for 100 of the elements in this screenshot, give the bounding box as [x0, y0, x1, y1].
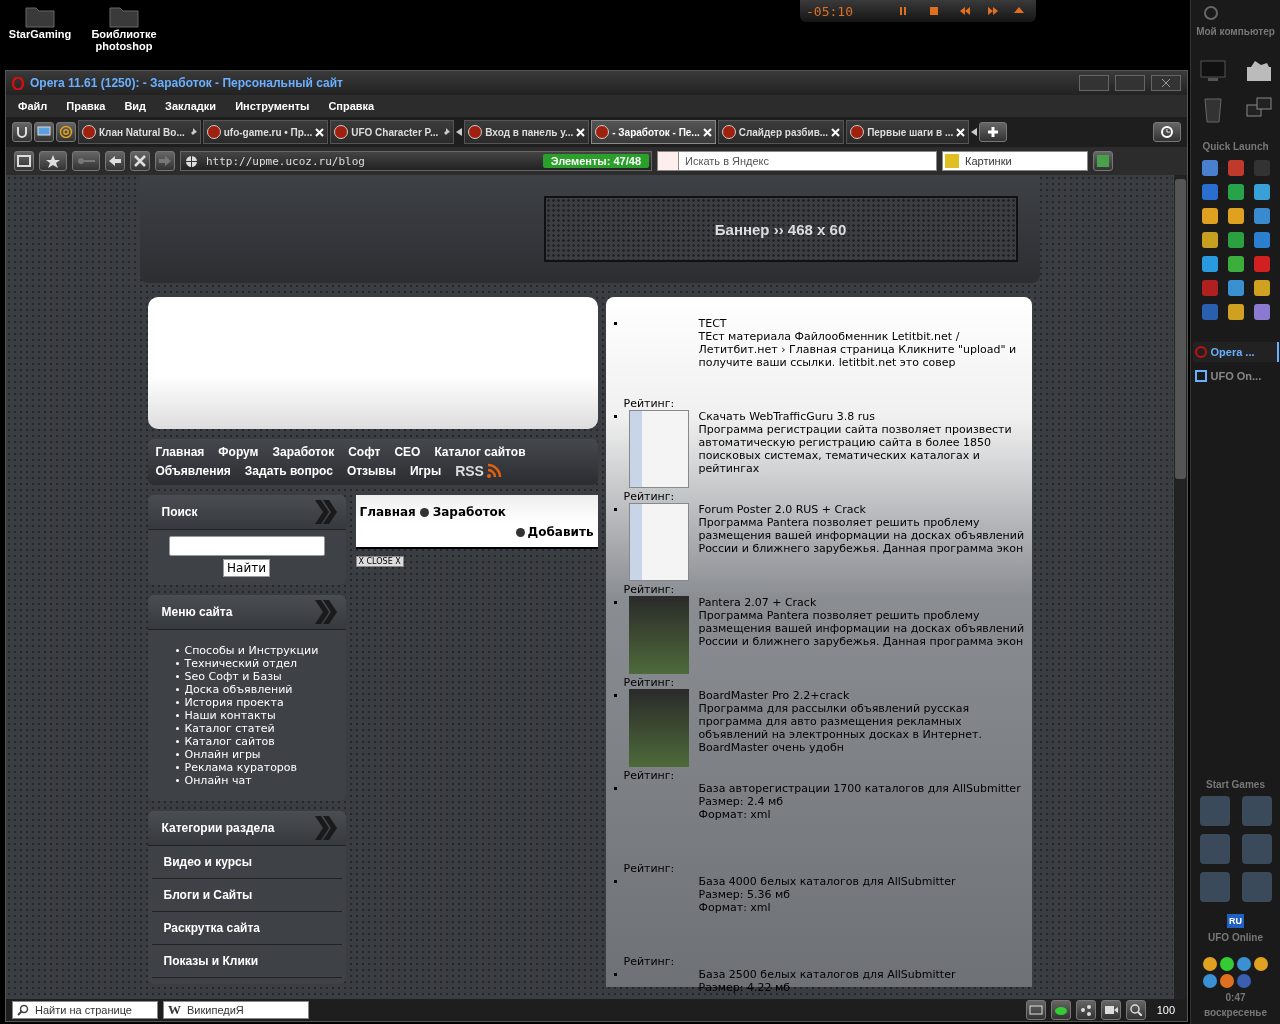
screenshot-thumbnail[interactable]: [628, 503, 689, 581]
menu-item[interactable]: Правка: [66, 100, 106, 112]
nav-link[interactable]: Заработок: [272, 445, 335, 459]
entry-title[interactable]: База 2500 белых каталогов для AllSubmitter: [698, 968, 1028, 981]
zoom-button[interactable]: [1125, 1000, 1146, 1020]
category-link[interactable]: Блоги и Сайты: [151, 879, 342, 912]
application-icon[interactable]: [1253, 232, 1270, 248]
entry-title[interactable]: База авторегистрации 1700 каталогов для AllSubmitter: [698, 782, 1028, 795]
nav-link[interactable]: Задать вопрос: [244, 464, 333, 478]
nav-link[interactable]: Каталог сайтов: [434, 445, 526, 459]
view-button[interactable]: [1025, 1000, 1046, 1020]
forward-button[interactable]: [155, 151, 175, 171]
rss-link[interactable]: RSS: [455, 463, 502, 479]
menu-link[interactable]: Технический отдел: [184, 657, 298, 670]
tray-icon[interactable]: [1237, 957, 1251, 971]
application-icon[interactable]: [1227, 208, 1244, 224]
new-tab-button[interactable]: [979, 122, 1008, 142]
category-link[interactable]: Показы и Клики: [151, 945, 342, 978]
browser-tab[interactable]: - Заработок - Пе...: [591, 120, 716, 144]
application-icon[interactable]: [1227, 256, 1244, 272]
wikipedia-field[interactable]: W ВикипедиЯ: [163, 1001, 309, 1019]
browser-tab[interactable]: ufo-game.ru • Пр...: [202, 120, 329, 144]
desktop-icon-label[interactable]: StarGaming: [8, 28, 72, 40]
browser-tab[interactable]: Вход в панель у...: [464, 120, 590, 144]
breadcrumb-link[interactable]: Главная: [359, 505, 416, 519]
nav-link[interactable]: Игры: [409, 464, 442, 478]
tray-icon[interactable]: [1203, 974, 1217, 988]
entry-title[interactable]: ТЕСТ: [698, 317, 1028, 330]
nav-link[interactable]: СЕО: [394, 445, 421, 459]
tab-button[interactable]: [12, 122, 32, 142]
browser-tab[interactable]: Первые шаги в ...: [846, 120, 970, 144]
folder-icon[interactable]: [1244, 59, 1273, 83]
zoom-level[interactable]: 100: [1150, 1004, 1181, 1016]
application-icon[interactable]: [1201, 232, 1218, 248]
stop-button[interactable]: [130, 151, 150, 171]
close-tab-icon[interactable]: [831, 127, 841, 137]
application-icon[interactable]: [1253, 184, 1270, 200]
close-tab-icon[interactable]: [956, 127, 966, 137]
nav-link[interactable]: Форум: [218, 445, 259, 459]
browser-tab[interactable]: Слайдер разбив...: [717, 120, 845, 144]
entry-title[interactable]: Forum Poster 2.0 RUS + Crack: [698, 503, 1028, 516]
images-search-field[interactable]: Картинки: [942, 151, 1088, 171]
nav-link[interactable]: Главная: [155, 445, 205, 459]
close-ad-button[interactable]: X CLOSE X: [355, 556, 404, 567]
nav-link[interactable]: Отзывы: [346, 464, 396, 478]
breadcrumb-link[interactable]: Заработок: [432, 505, 506, 519]
application-icon[interactable]: [1253, 256, 1270, 272]
panel-button[interactable]: [14, 151, 34, 171]
search-field[interactable]: Искать в Яндекс: [679, 151, 937, 171]
application-icon[interactable]: [1253, 280, 1270, 296]
menu-link[interactable]: Доска объявлений: [184, 683, 293, 696]
tray-icon[interactable]: [1203, 957, 1217, 971]
screenshot-thumbnail[interactable]: [628, 410, 689, 488]
tray-icon[interactable]: [1220, 957, 1234, 971]
taskbar-item[interactable]: UFO On...: [1192, 366, 1279, 386]
menu-link[interactable]: Способы и Инструкции: [184, 644, 319, 657]
menu-link[interactable]: Онлайн чат: [184, 774, 252, 787]
unite-button[interactable]: [1075, 1000, 1096, 1020]
find-button[interactable]: Найти: [223, 559, 270, 577]
category-link[interactable]: Раскрутка сайта: [151, 912, 342, 945]
application-icon[interactable]: [1227, 160, 1244, 176]
translate-button[interactable]: [1093, 151, 1113, 171]
menu-link[interactable]: Каталог сайтов: [184, 735, 275, 748]
browser-tab[interactable]: Клан Natural Bo...: [78, 120, 201, 144]
application-icon[interactable]: [1201, 208, 1218, 224]
menu-link[interactable]: Seo Софт и Базы: [184, 670, 282, 683]
bookmark-button[interactable]: [39, 151, 67, 171]
monitor-icon[interactable]: [1198, 59, 1227, 83]
menu-item[interactable]: Инструменты: [235, 100, 310, 112]
menu-link[interactable]: История проекта: [184, 696, 284, 709]
application-icon[interactable]: [1253, 208, 1270, 224]
dock-label[interactable]: Мой компьютер: [1196, 26, 1275, 37]
history-button[interactable]: [1153, 122, 1181, 142]
tab-button[interactable]: [34, 122, 54, 142]
browser-tab[interactable]: UFO Character P...: [330, 120, 455, 144]
menu-link[interactable]: Реклама кураторов: [184, 761, 298, 774]
tray-icon[interactable]: [1254, 957, 1268, 971]
application-icon[interactable]: [1201, 160, 1218, 176]
application-icon[interactable]: [1227, 184, 1244, 200]
menu-item[interactable]: Вид: [124, 100, 147, 112]
entry-title[interactable]: База 4000 белых каталогов для AllSubmitter: [698, 875, 1028, 888]
key-button[interactable]: [72, 151, 100, 171]
application-icon[interactable]: [1201, 256, 1218, 272]
menu-item[interactable]: Файл: [18, 100, 48, 112]
taskbar-item[interactable]: Opera ...: [1192, 342, 1279, 362]
back-button[interactable]: [105, 151, 125, 171]
close-tab-icon[interactable]: [576, 127, 586, 137]
menu-item[interactable]: Закладки: [165, 100, 217, 112]
desktop-icon-label[interactable]: Боиблиотке photoshop: [91, 28, 157, 52]
camera-button[interactable]: [1100, 1000, 1121, 1020]
category-link[interactable]: Видео и курсы: [151, 846, 342, 879]
entry-title[interactable]: Pantera 2.07 + Crack: [698, 596, 1028, 609]
menu-link[interactable]: Онлайн игры: [184, 748, 261, 761]
tray-icon[interactable]: [1220, 974, 1234, 988]
add-link[interactable]: Добавить: [527, 525, 594, 539]
application-icon[interactable]: [1227, 232, 1244, 248]
application-icon[interactable]: [1253, 304, 1270, 320]
menu-link[interactable]: Наши контакты: [184, 709, 276, 722]
application-icon[interactable]: [1227, 304, 1244, 320]
tab-button[interactable]: [56, 122, 76, 142]
